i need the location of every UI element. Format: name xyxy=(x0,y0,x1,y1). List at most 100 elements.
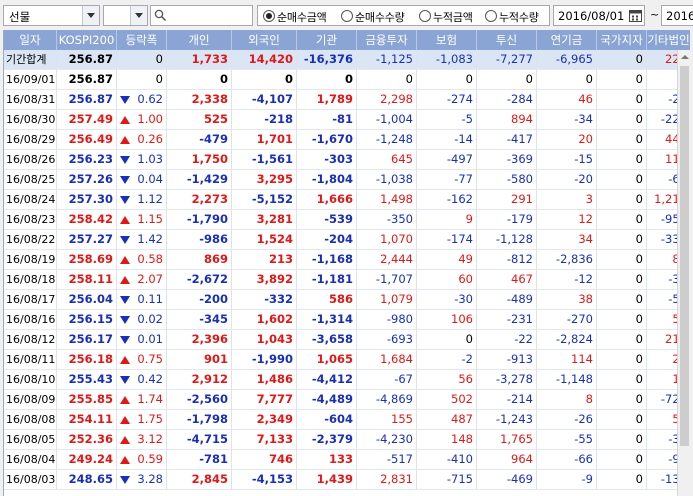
cell-date: 16/08/18 xyxy=(4,270,57,290)
table-row[interactable]: 16/08/24 257.30 1.12 2,273 -5,152 1,666 1,498-… xyxy=(4,190,690,210)
scroll-up-button[interactable] xyxy=(678,50,690,64)
column-header-institution[interactable]: 기관 xyxy=(297,30,357,50)
table-row[interactable]: 16/08/30 257.49 1.00 525 -218 -81 -1,004 -5 894-… xyxy=(4,110,690,130)
cell-kospi200: 255.85 xyxy=(57,390,117,410)
cell-foreign: -5,152 xyxy=(232,190,297,210)
column-header-government[interactable]: 국가지자 xyxy=(597,30,647,50)
cell-change: 3.28 xyxy=(117,470,167,490)
radio-cumulative-volume[interactable]: 누적수량 xyxy=(485,8,549,24)
cell-kospi200: 256.87 xyxy=(57,70,117,90)
table-row[interactable]: 16/08/09 255.85 1.74 -2,560 7,777 -4,489 -4,86… xyxy=(4,390,690,410)
cell-government: 0 xyxy=(597,130,647,150)
cell-kospi200: 256.23 xyxy=(57,150,117,170)
table-row[interactable]: 기간합계 256.87 0 1,733 14,420 -16,376 -1,125 -1,08… xyxy=(4,50,690,70)
cell-government: 0 xyxy=(597,450,647,470)
cell-date: 16/08/25 xyxy=(4,170,57,190)
cell-trust: -22 xyxy=(477,330,537,350)
column-header-financial-invest[interactable]: 금융투자 xyxy=(357,30,417,50)
market-select[interactable]: 선물 xyxy=(3,5,100,26)
cell-change: 0.75 xyxy=(117,350,167,370)
date-to-input[interactable]: 2016/ xyxy=(661,5,693,26)
cell-financial-invest: -1,004 xyxy=(357,110,417,130)
table-row[interactable]: 16/08/18 258.11 2.07 -2,672 3,892 -1,181 -1,70… xyxy=(4,270,690,290)
calendar-icon[interactable] xyxy=(628,8,643,23)
change-value: 2.07 xyxy=(137,272,163,286)
cell-insurance: -2 xyxy=(417,350,477,370)
sub-select[interactable] xyxy=(103,5,148,26)
triangle-up-icon xyxy=(120,216,130,224)
table-row[interactable]: 16/08/05 252.36 3.12 -4,715 7,133 -2,379 -4,23… xyxy=(4,430,690,450)
column-header-foreign[interactable]: 외국인 xyxy=(232,30,297,50)
cell-institution: -4,489 xyxy=(297,390,357,410)
triangle-down-icon xyxy=(120,96,130,104)
triangle-up-icon xyxy=(120,356,130,364)
cell-kospi200: 255.43 xyxy=(57,370,117,390)
cell-individual: 2,912 xyxy=(167,370,232,390)
view-mode-radio-group: 순매수금액 순매수수량 누적금액 누적수량 xyxy=(257,5,550,26)
column-header-other-corp[interactable]: 기타법인 xyxy=(647,30,690,50)
cell-foreign: -332 xyxy=(232,290,297,310)
vertical-scrollbar[interactable] xyxy=(677,50,690,496)
cell-institution: -604 xyxy=(297,410,357,430)
table-row[interactable]: 16/08/04 249.24 0.59 -781 746 133 -517 -410 964-… xyxy=(4,450,690,470)
column-header-kospi200[interactable]: KOSPI200 xyxy=(57,30,117,50)
table-row[interactable]: 16/08/16 256.15 0.02 -345 1,602 -1,314 -980 106… xyxy=(4,310,690,330)
table-row[interactable]: 16/08/25 257.26 0.04 -1,429 3,295 -1,804 -1,03… xyxy=(4,170,690,190)
table-row[interactable]: 16/08/23 258.42 1.15 -1,790 3,281 -539 -350 9 -1… xyxy=(4,210,690,230)
cell-government: 0 xyxy=(597,170,647,190)
table-row[interactable]: 16/08/03 248.65 3.28 2,845 -4,153 1,439 2,831-… xyxy=(4,470,690,490)
cell-date: 16/08/26 xyxy=(4,150,57,170)
table-row[interactable]: 16/08/11 256.18 0.75 901 -1,990 1,065 1,684 -2-… xyxy=(4,350,690,370)
table-header: 일자 KOSPI200 등락폭 개인 외국인 기관 금융투자 보험 투신 연기금 국가지자 기타법인 xyxy=(4,30,690,50)
cell-insurance: 487 xyxy=(417,410,477,430)
cell-pension: -12 xyxy=(537,270,597,290)
investor-trading-table: 일자 KOSPI200 등락폭 개인 외국인 기관 금융투자 보험 투신 연기금 국가지자 기타법인 … xyxy=(3,30,690,496)
search-input[interactable] xyxy=(150,5,253,26)
table-row[interactable]: 16/09/01256.870000000000 xyxy=(4,70,690,90)
table-row[interactable]: 16/08/19 258.69 0.58 869 213 -1,168 2,444 49 -81… xyxy=(4,250,690,270)
cell-institution: -539 xyxy=(297,210,357,230)
chevron-down-icon[interactable] xyxy=(82,6,99,25)
chevron-down-icon[interactable] xyxy=(130,6,147,25)
column-header-pension[interactable]: 연기금 xyxy=(537,30,597,50)
search-icon[interactable] xyxy=(154,9,167,22)
triangle-down-icon xyxy=(120,336,130,344)
cell-financial-invest: 645 xyxy=(357,150,417,170)
scrollbar-thumb[interactable] xyxy=(680,66,689,446)
date-from-input[interactable]: 2016/08/01 xyxy=(553,5,645,26)
cell-trust: -417 xyxy=(477,130,537,150)
radio-button[interactable] xyxy=(263,10,275,22)
cell-government: 0 xyxy=(597,370,647,390)
cell-change: 2.07 xyxy=(117,270,167,290)
cell-insurance: -174 xyxy=(417,230,477,250)
table-row[interactable]: 16/08/17 256.04 0.11 -200 -332 586 1,079 -30 -48… xyxy=(4,290,690,310)
cell-kospi200: 248.65 xyxy=(57,470,117,490)
table-row[interactable]: 16/08/10 255.43 0.42 2,912 1,486 -4,412 -67 56-… xyxy=(4,370,690,390)
cell-change: 0 xyxy=(117,50,167,70)
cell-insurance: -274 xyxy=(417,90,477,110)
cell-insurance: -715 xyxy=(417,470,477,490)
radio-button[interactable] xyxy=(341,10,353,22)
cell-government: 0 xyxy=(597,330,647,350)
column-header-date[interactable]: 일자 xyxy=(4,30,57,50)
cell-institution: 586 xyxy=(297,290,357,310)
radio-net-amount[interactable]: 순매수금액 xyxy=(263,8,339,24)
column-header-insurance[interactable]: 보험 xyxy=(417,30,477,50)
table-row[interactable]: 16/08/08 254.11 1.75 -1,798 2,349 -604 155 487-… xyxy=(4,410,690,430)
table-row[interactable]: 16/08/26 256.23 1.03 1,750 -1,561 -303 645 -497… xyxy=(4,150,690,170)
radio-net-volume[interactable]: 순매수수량 xyxy=(341,8,417,24)
cell-financial-invest: -1,707 xyxy=(357,270,417,290)
table-row[interactable]: 16/08/22 257.27 1.42 -986 1,524 -204 1,070 -174… xyxy=(4,230,690,250)
table-row[interactable]: 16/08/31 256.87 0.62 2,338 -4,107 1,789 2,298-… xyxy=(4,90,690,110)
table-row[interactable]: 16/08/12 256.17 0.01 2,396 1,043 -3,658 -693 0-… xyxy=(4,330,690,350)
radio-button[interactable] xyxy=(485,10,497,22)
change-value: 1.74 xyxy=(137,392,163,406)
column-header-individual[interactable]: 개인 xyxy=(167,30,232,50)
triangle-up-icon xyxy=(120,396,130,404)
table-row[interactable]: 16/08/29 256.49 0.26 -479 1,701 -1,670 -1,248-… xyxy=(4,130,690,150)
radio-button[interactable] xyxy=(419,10,431,22)
column-header-change[interactable]: 등락폭 xyxy=(117,30,167,50)
radio-cumulative-amount[interactable]: 누적금액 xyxy=(419,8,483,24)
column-header-trust[interactable]: 투신 xyxy=(477,30,537,50)
cell-individual: 901 xyxy=(167,350,232,370)
